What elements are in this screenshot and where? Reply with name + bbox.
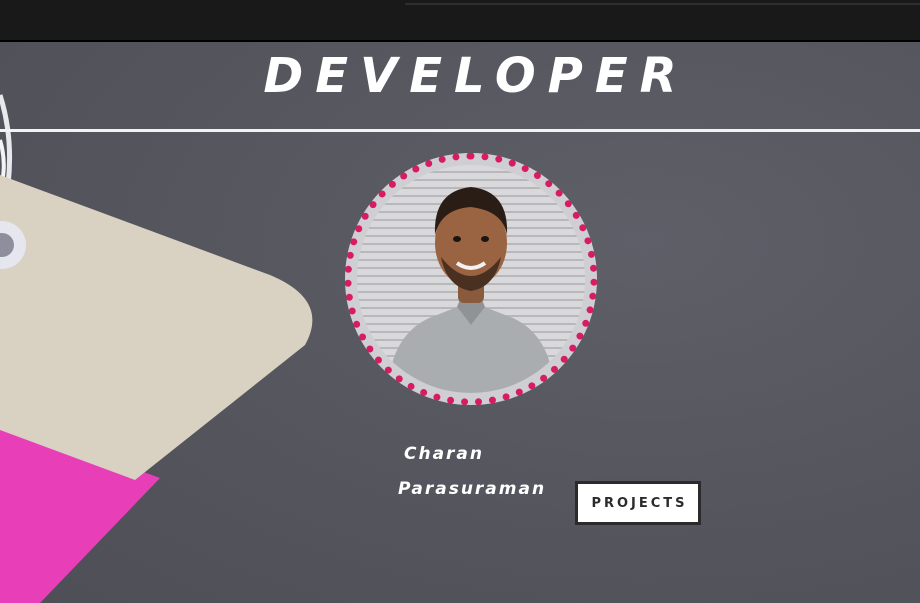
top-bar-strip bbox=[405, 3, 920, 5]
page-title: DEVELOPER bbox=[263, 48, 689, 104]
page: DEVELOPER Charan Parasuraman PROJECTS bbox=[0, 0, 920, 603]
header-divider bbox=[0, 129, 920, 132]
profile-first-name: Charan bbox=[404, 444, 485, 464]
avatar bbox=[345, 153, 597, 405]
profile-last-name: Parasuraman bbox=[398, 479, 547, 499]
person-portrait-icon bbox=[387, 187, 555, 393]
browser-top-bar bbox=[0, 0, 920, 42]
projects-button[interactable]: PROJECTS bbox=[575, 481, 701, 525]
avatar-photo bbox=[357, 165, 585, 393]
